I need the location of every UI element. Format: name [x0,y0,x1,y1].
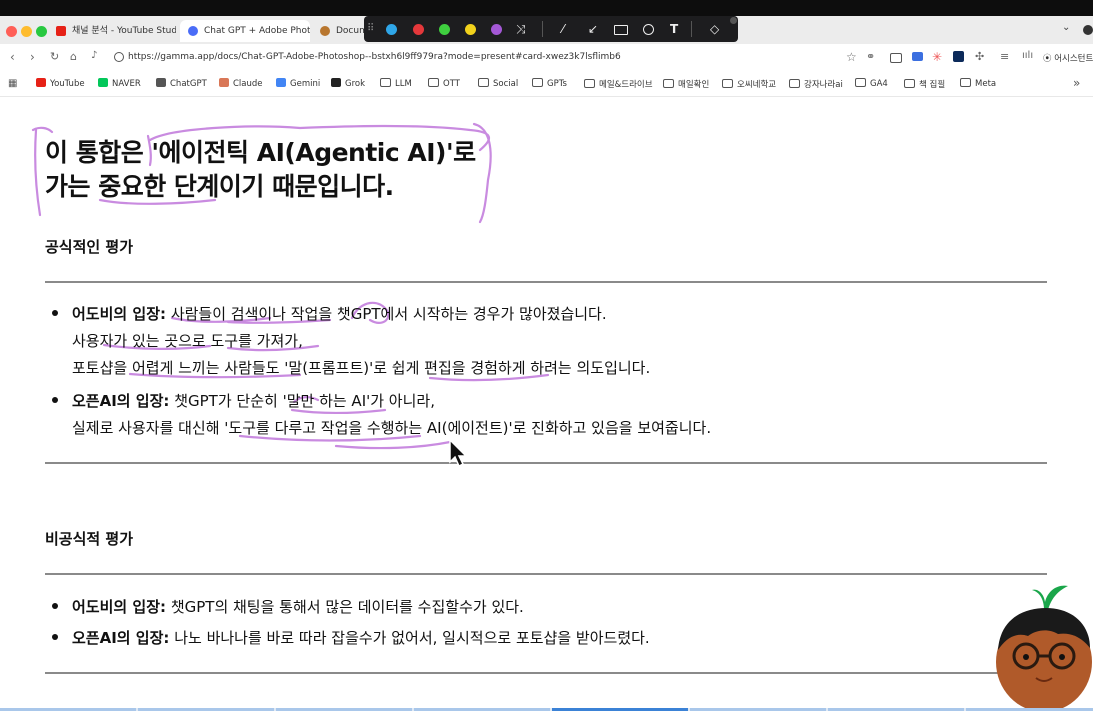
presentation-progress-bar [0,708,1093,711]
bullet [52,397,58,403]
item-label: 어도비의 입장: [72,598,167,616]
slide-segment[interactable] [414,708,550,711]
item-text: 챗GPT가 단순히 '말만 하는 AI'가 아니라, [174,392,435,410]
slide-segment[interactable] [276,708,412,711]
item-text: 사람들이 검색이나 작업을 챗GPT에서 시작하는 경우가 많아졌습니다. [170,305,607,323]
slide-heading: 이 통합은 '에이전틱 AI(Agentic AI)'로 가는 중요한 단계이기… [45,136,476,204]
heading-line-1: 이 통합은 '에이전틱 AI(Agentic AI)'로 [45,138,476,167]
bullet [52,634,58,640]
divider [45,573,1047,575]
item-text: 나노 바나나를 바로 따라 잡을수가 없어서, 일시적으로 포토샵을 받아드렸다… [174,629,650,647]
unofficial-section-title: 비공식적 평가 [45,530,134,548]
bullet [52,310,58,316]
slide-segment[interactable] [966,708,1093,711]
bullet [52,603,58,609]
item-text: 챗GPT의 채팅을 통해서 많은 데이터를 수집할수가 있다. [170,598,524,616]
official-section-title: 공식적인 평가 [45,238,134,256]
official-item-2-line-1: 오픈AI의 입장: 챗GPT가 단순히 '말만 하는 AI'가 아니라, [72,390,435,411]
character-avatar-icon [996,585,1092,710]
official-item-2-line-2: 실제로 사용자를 대신해 '도구를 다루고 작업을 수행하는 AI(에이전트)'… [72,419,712,437]
item-label: 오픈AI의 입장: [72,629,170,647]
item-label: 어도비의 입장: [72,305,167,323]
divider [45,672,1047,674]
slide-segment[interactable] [0,708,136,711]
unofficial-item-1: 어도비의 입장: 챗GPT의 채팅을 통해서 많은 데이터를 수집할수가 있다. [72,596,524,617]
official-item-1-line-2: 사용자가 있는 곳으로 도구를 가져가, [72,332,303,350]
slide-segment[interactable] [690,708,826,711]
official-item-1-line-1: 어도비의 입장: 사람들이 검색이나 작업을 챗GPT에서 시작하는 경우가 많… [72,303,607,324]
slide-segment[interactable] [138,708,274,711]
divider [45,462,1047,464]
unofficial-item-2: 오픈AI의 입장: 나노 바나나를 바로 따라 잡을수가 없어서, 일시적으로 … [72,627,650,648]
item-label: 오픈AI의 입장: [72,392,170,410]
slide-segment[interactable] [828,708,964,711]
current-slide-segment[interactable] [552,708,688,711]
heading-line-2: 가는 중요한 단계이기 때문입니다. [45,172,394,201]
highlight-stroke [472,122,492,224]
mouse-cursor-icon [449,438,468,468]
official-item-1-line-3: 포토샵을 어렵게 느끼는 사람들도 '말(프롬프트)'로 쉽게 편집을 경험하게… [72,359,651,377]
divider [45,281,1047,283]
